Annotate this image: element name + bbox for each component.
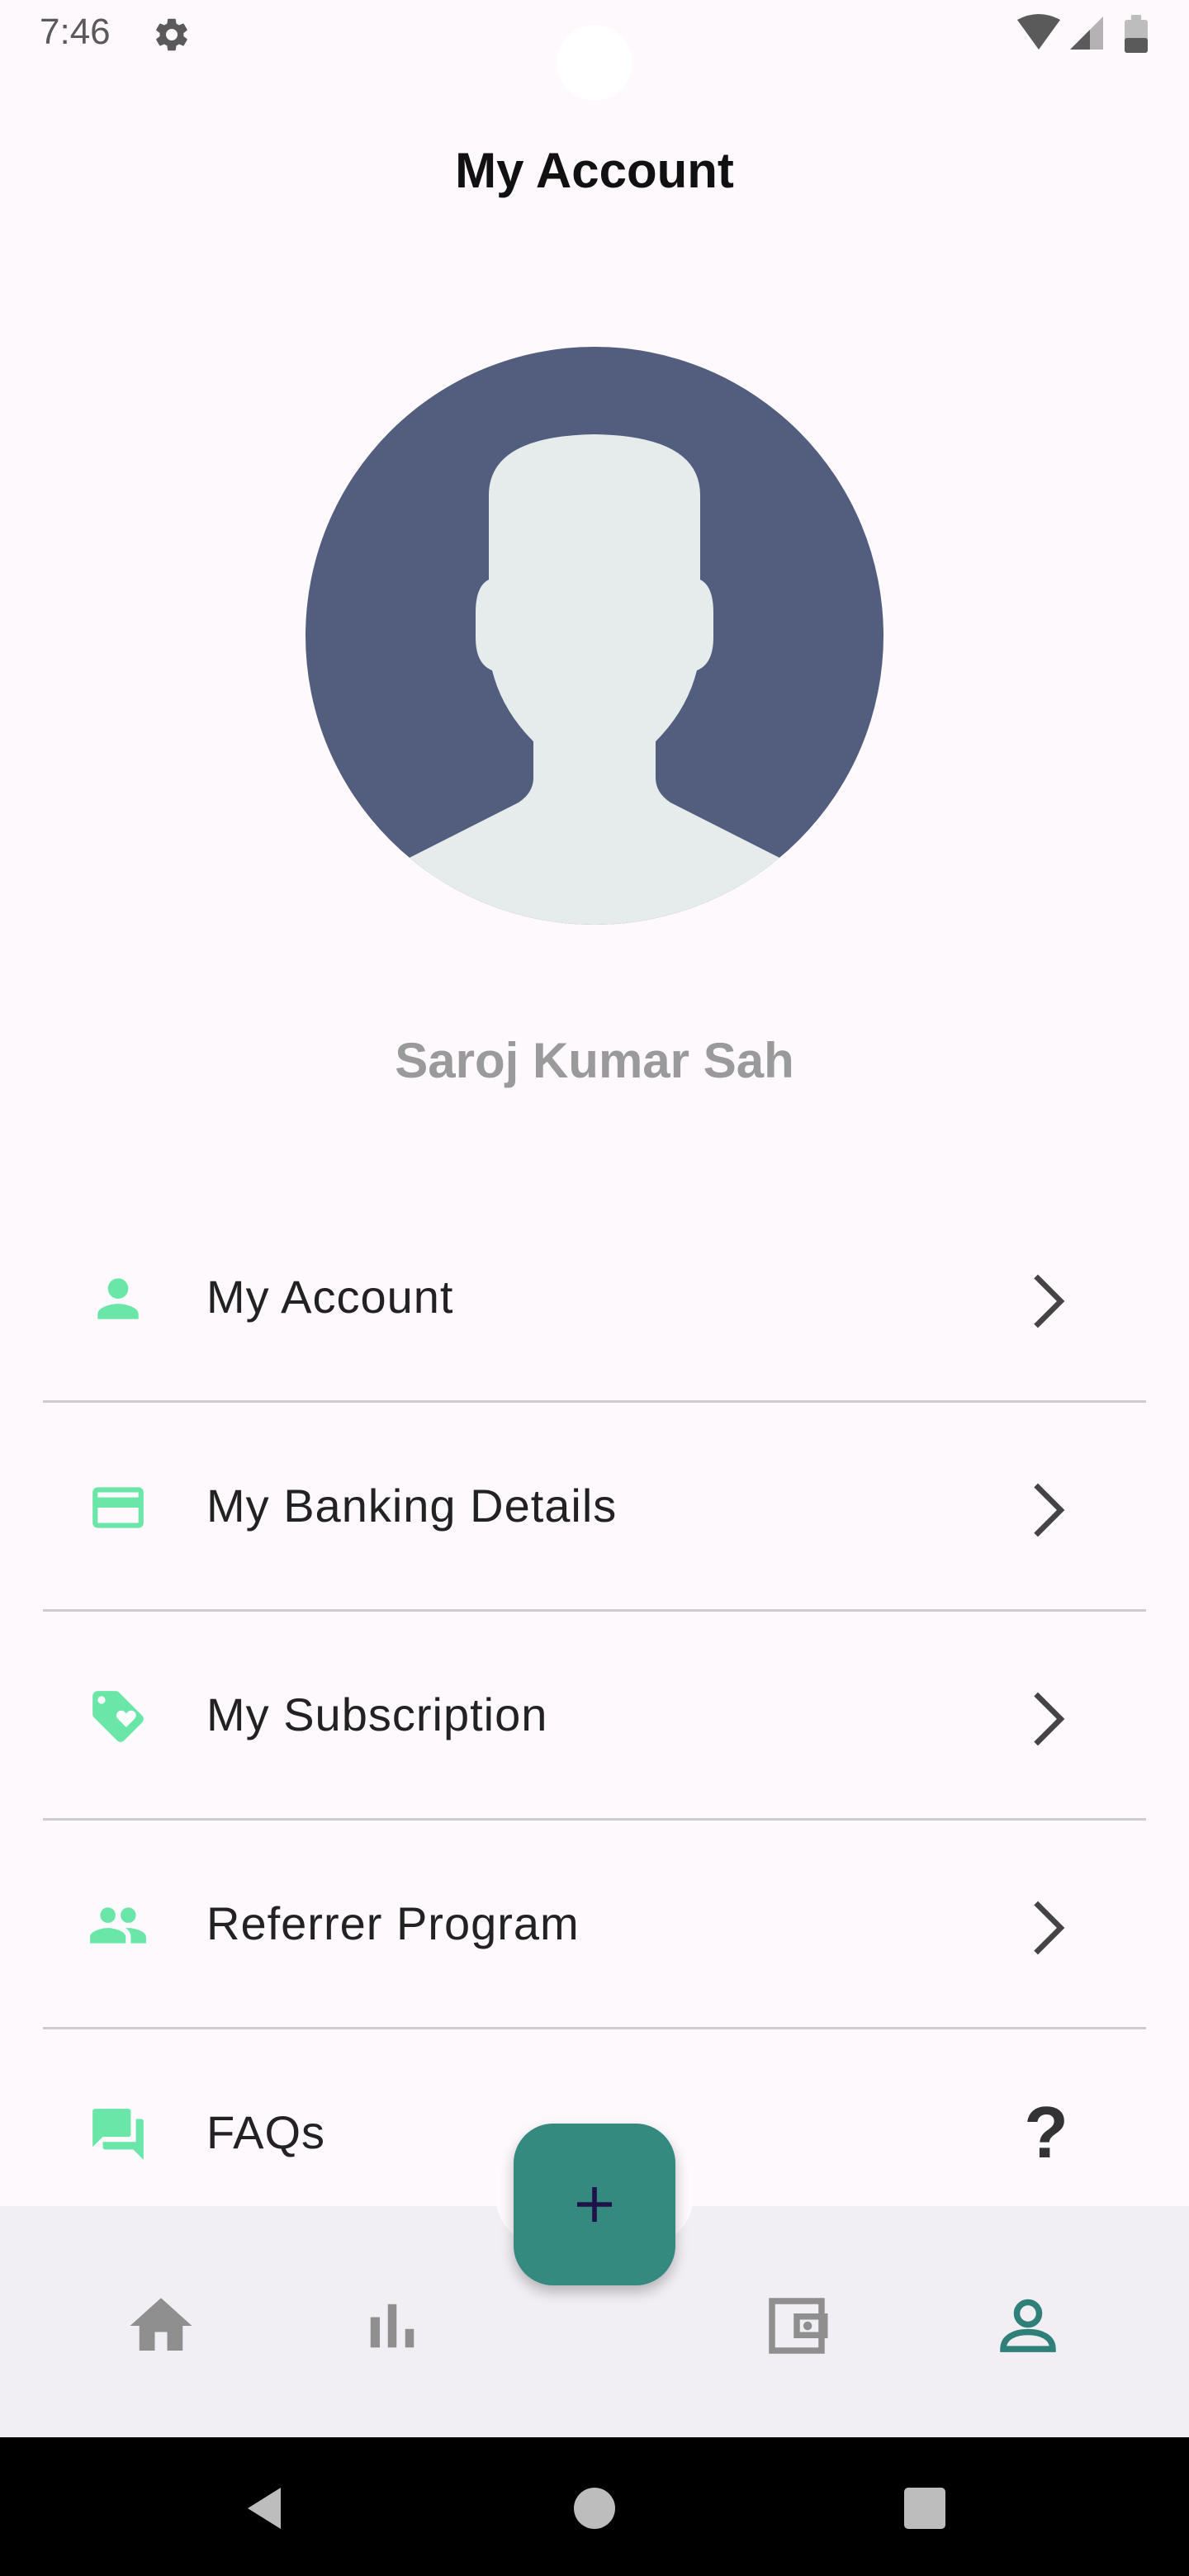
wifi-icon	[1017, 14, 1060, 50]
chevron-right-icon	[1034, 1692, 1065, 1746]
menu-item-subscription[interactable]: My Subscription	[43, 1612, 1146, 1821]
home-circle-icon[interactable]	[570, 2484, 619, 2533]
menu-item-referrer-program[interactable]: Referrer Program	[43, 1821, 1146, 2029]
status-icons	[1017, 14, 1148, 53]
forum-icon	[92, 2109, 144, 2160]
menu-item-label: My Subscription	[206, 1688, 548, 1740]
wallet-icon[interactable]	[760, 2289, 834, 2363]
add-button[interactable]	[514, 2124, 675, 2285]
page-title: My Account	[455, 143, 734, 198]
chevron-right-icon	[1034, 1901, 1065, 1955]
help-icon: ?	[1024, 2091, 1068, 2173]
camera-cutout	[557, 25, 632, 101]
battery-icon	[1125, 15, 1148, 53]
status-time: 7:46	[40, 12, 111, 52]
menu-item-label: FAQs	[206, 2106, 326, 2158]
add-icon	[577, 2187, 612, 2222]
menu-item-label: My Account	[206, 1271, 454, 1323]
tag-heart-icon	[92, 1691, 144, 1742]
settings-icon	[156, 18, 187, 51]
recents-icon[interactable]	[900, 2484, 950, 2533]
menu-item-banking-details[interactable]: My Banking Details	[43, 1403, 1146, 1612]
user-name: Saroj Kumar Sah	[395, 1033, 794, 1088]
chevron-right-icon	[1034, 1483, 1065, 1537]
menu-item-my-account[interactable]: My Account	[43, 1194, 1146, 1403]
menu-item-label: Referrer Program	[206, 1897, 580, 1949]
signal-icon	[1070, 17, 1103, 50]
menu-item-label: My Banking Details	[206, 1480, 618, 1532]
chevron-right-icon	[1034, 1274, 1065, 1328]
back-icon[interactable]	[239, 2484, 289, 2533]
people-icon	[90, 1907, 146, 1944]
profile-icon[interactable]	[991, 2289, 1065, 2363]
credit-card-icon	[92, 1487, 144, 1528]
account-menu: My Account My Banking Details My Subscri…	[43, 1194, 1146, 2236]
bar-chart-icon[interactable]	[355, 2289, 429, 2363]
home-icon[interactable]	[124, 2289, 198, 2363]
avatar[interactable]	[306, 347, 883, 925]
person-icon	[97, 1278, 139, 1319]
